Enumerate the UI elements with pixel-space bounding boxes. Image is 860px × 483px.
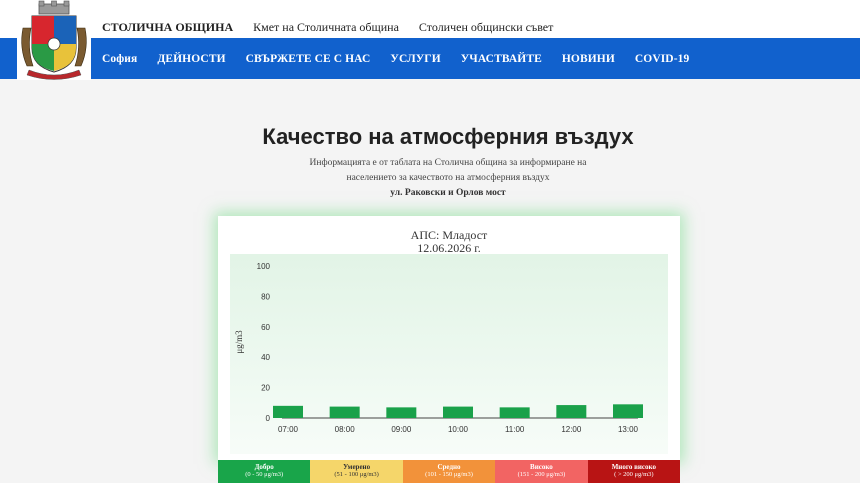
- org-name-link[interactable]: СТОЛИЧНА ОБЩИНА: [102, 20, 233, 35]
- x-tick-label: 13:00: [618, 425, 639, 434]
- page-info: Информацията е от таблата на Столична об…: [0, 156, 860, 201]
- legend-good: Добро (0 - 50 μg/m3): [218, 460, 311, 483]
- legend-moderate: Умерено (51 - 100 μg/m3): [310, 460, 403, 483]
- legend-medium: Средно (101 - 150 μg/m3): [402, 460, 496, 483]
- aqi-legend: Добро (0 - 50 μg/m3) Умерено (51 - 100 μ…: [218, 460, 681, 483]
- nav-items: София ДЕЙНОСТИ СВЪРЖЕТЕ СЕ С НАС УСЛУГИ …: [102, 53, 709, 65]
- y-tick-label: 60: [261, 323, 270, 332]
- x-tick-label: 12:00: [561, 425, 582, 434]
- y-tick-label: 20: [261, 384, 270, 393]
- y-tick-label: 40: [261, 353, 270, 362]
- x-tick-label: 09:00: [391, 425, 412, 434]
- nav-item-covid[interactable]: COVID-19: [635, 53, 689, 65]
- bar: [329, 406, 360, 418]
- nav-item-news[interactable]: НОВИНИ: [562, 53, 615, 65]
- chart-plot-area: 0 20 40 60 80 100 μg/m3 07:00 08:00 09:00 10:00 11:…: [230, 254, 668, 454]
- x-tick-label: 08:00: [335, 425, 356, 434]
- legend-medium-range: (101 - 150 μg/m3): [425, 471, 473, 478]
- legend-good-label: Добро: [254, 463, 274, 471]
- top-links: СТОЛИЧНА ОБЩИНА Кмет на Столичната общин…: [102, 20, 553, 35]
- chart-title-block: АПС: Младост 12.06.2026 г.: [218, 229, 680, 255]
- legend-moderate-label: Умерено: [343, 463, 371, 471]
- y-tick-label: 80: [261, 292, 270, 301]
- page-title: Качество на атмосферния въздух: [262, 124, 634, 149]
- bar: [273, 405, 303, 418]
- bar: [556, 405, 587, 418]
- x-tick-label: 11:00: [505, 425, 525, 434]
- coat-of-arms-logo[interactable]: [17, 0, 91, 80]
- nav-item-participate[interactable]: УЧАСТВАЙТЕ: [461, 53, 542, 65]
- legend-very-high: Много високо ( > 200 μg/m3): [587, 460, 681, 483]
- y-tick-label: 100: [257, 262, 271, 271]
- bar-chart: 0 20 40 60 80 100 μg/m3 07:00 08:00 09:00 10:00 11:…: [234, 262, 643, 434]
- legend-high-label: Високо: [530, 463, 553, 471]
- legend-very-high-label: Много високо: [611, 463, 656, 471]
- nav-item-contact[interactable]: СВЪРЖЕТЕ СЕ С НАС: [246, 53, 371, 65]
- legend-high: Високо (151 - 200 μg/m3): [495, 460, 588, 483]
- mayor-link[interactable]: Кмет на Столичната община: [253, 20, 399, 35]
- legend-good-range: (0 - 50 μg/m3): [245, 471, 284, 478]
- legend-medium-label: Средно: [437, 463, 461, 471]
- main-nav: София ДЕЙНОСТИ СВЪРЖЕТЕ СЕ С НАС УСЛУГИ …: [0, 38, 860, 79]
- top-bar: СТОЛИЧНА ОБЩИНА Кмет на Столичната общин…: [0, 0, 860, 38]
- y-axis-label: μg/m3: [234, 330, 244, 354]
- info-line-1: Информацията е от таблата на Столична об…: [309, 158, 587, 168]
- bar: [613, 404, 643, 418]
- bar: [443, 406, 473, 418]
- legend-very-high-range: ( > 200 μg/m3): [614, 471, 654, 478]
- y-tick-label: 0: [266, 414, 271, 423]
- x-tick-label: 10:00: [448, 425, 469, 434]
- info-line-2: населението за качеството на атмосферния…: [346, 173, 550, 183]
- station-address: ул. Раковски и Орлов мост: [390, 188, 506, 198]
- air-quality-chart-card: АПС: Младост 12.06.2026 г. 0 20 40 60 80 100 μ…: [218, 216, 680, 460]
- nav-item-activities[interactable]: ДЕЙНОСТИ: [157, 53, 225, 65]
- x-tick-label: 07:00: [278, 425, 299, 434]
- legend-high-range: (151 - 200 μg/m3): [517, 471, 566, 478]
- nav-item-services[interactable]: УСЛУГИ: [390, 53, 440, 65]
- council-link[interactable]: Столичен общински съвет: [419, 20, 553, 35]
- bar: [499, 407, 530, 418]
- nav-item-sofia[interactable]: София: [102, 53, 137, 65]
- legend-moderate-range: (51 - 100 μg/m3): [334, 471, 379, 478]
- bar: [386, 407, 417, 418]
